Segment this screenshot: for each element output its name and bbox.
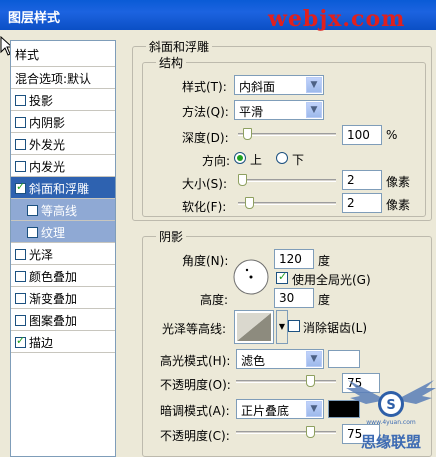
styles-list: 样式 混合选项:默认 投影 内阴影 外发光 内发光 斜面和浮雕 等高线 纹理 光… xyxy=(10,40,116,457)
technique-select[interactable]: 平滑 ▼ xyxy=(234,100,324,120)
altitude-unit: 度 xyxy=(318,293,331,307)
global-light-checkbox[interactable] xyxy=(276,270,288,284)
technique-label: 方法(Q): xyxy=(182,105,229,119)
shadow-opacity-slider[interactable] xyxy=(236,431,336,434)
shadow-opacity-thumb[interactable] xyxy=(306,426,315,438)
antialias-checkbox[interactable] xyxy=(288,320,300,332)
checkbox-icon[interactable] xyxy=(15,95,26,106)
highlight-opacity-thumb[interactable] xyxy=(306,375,315,387)
style-item-texture[interactable]: 纹理 xyxy=(11,221,115,243)
logo-text: 思缘联盟 xyxy=(361,433,421,451)
size-slider-thumb[interactable] xyxy=(238,174,247,186)
radio-up[interactable] xyxy=(234,152,246,164)
direction-label: 方向: xyxy=(202,154,231,168)
direction-up-label: 上 xyxy=(250,153,263,167)
checkbox-icon[interactable] xyxy=(15,180,26,194)
checkbox-icon[interactable] xyxy=(15,117,26,128)
contour-curve xyxy=(237,313,271,341)
checkbox-icon[interactable] xyxy=(15,161,26,172)
watermark: webjx.com xyxy=(268,6,406,32)
checkbox-icon[interactable] xyxy=(15,293,26,304)
dropdown-arrow-icon[interactable]: ▼ xyxy=(306,351,322,367)
depth-label: 深度(D): xyxy=(182,131,229,145)
angle-label: 角度(N): xyxy=(182,254,229,268)
svg-text:S: S xyxy=(386,398,395,413)
dropdown-arrow-icon[interactable]: ▼ xyxy=(306,77,322,93)
size-slider[interactable] xyxy=(238,179,336,182)
gloss-contour-label: 光泽等高线: xyxy=(162,322,227,336)
dropdown-arrow-icon[interactable]: ▼ xyxy=(306,401,322,417)
checkbox-icon[interactable] xyxy=(15,315,26,326)
contour-dropdown-arrow-icon[interactable]: ▼ xyxy=(276,310,288,344)
highlight-opacity-label: 不透明度(O): xyxy=(160,378,231,392)
size-label: 大小(S): xyxy=(182,177,228,191)
style-item-gradient-overlay[interactable]: 渐变叠加 xyxy=(11,287,115,309)
soften-input[interactable]: 2 xyxy=(342,193,382,213)
shadow-opacity-label: 不透明度(C): xyxy=(160,429,230,443)
checkbox-icon[interactable] xyxy=(15,271,26,282)
shadow-mode-select[interactable]: 正片叠底 ▼ xyxy=(236,399,324,419)
style-item-pattern-overlay[interactable]: 图案叠加 xyxy=(11,309,115,331)
depth-unit: % xyxy=(386,128,398,142)
style-item-satin[interactable]: 光泽 xyxy=(11,243,115,265)
style-select[interactable]: 内斜面 ▼ xyxy=(234,75,324,95)
size-input[interactable]: 2 xyxy=(342,170,382,190)
checkbox-icon[interactable] xyxy=(15,249,26,260)
checkbox-icon[interactable] xyxy=(15,139,26,150)
style-item-drop-shadow[interactable]: 投影 xyxy=(11,89,115,111)
structure-title: 结构 xyxy=(156,54,187,71)
checkbox-icon[interactable] xyxy=(15,334,26,348)
depth-input[interactable]: 100 xyxy=(342,125,382,145)
style-item-inner-glow[interactable]: 内发光 xyxy=(11,155,115,177)
depth-slider-thumb[interactable] xyxy=(243,128,252,140)
checkbox-icon[interactable] xyxy=(27,227,38,238)
highlight-opacity-slider[interactable] xyxy=(236,380,336,383)
style-item-bevel-emboss[interactable]: 斜面和浮雕 xyxy=(11,177,115,199)
window-title: 图层样式 xyxy=(8,11,61,26)
shadow-mode-label: 暗调模式(A): xyxy=(160,404,230,418)
style-item-contour[interactable]: 等高线 xyxy=(11,199,115,221)
global-light-label: 使用全局光(G) xyxy=(292,273,371,287)
bevel-emboss-title: 斜面和浮雕 xyxy=(146,38,213,55)
contour-preview-icon[interactable] xyxy=(234,310,274,344)
style-label: 样式(T): xyxy=(182,80,227,94)
radio-down[interactable] xyxy=(276,152,288,164)
shading-title: 阴影 xyxy=(156,228,187,245)
size-unit: 像素 xyxy=(386,175,411,189)
dropdown-arrow-icon[interactable]: ▼ xyxy=(306,102,322,118)
depth-slider[interactable] xyxy=(238,133,336,136)
highlight-mode-select[interactable]: 滤色 ▼ xyxy=(236,349,324,369)
style-item-outer-glow[interactable]: 外发光 xyxy=(11,133,115,155)
angle-unit: 度 xyxy=(318,254,331,268)
blending-options[interactable]: 混合选项:默认 xyxy=(11,67,115,89)
soften-label: 软化(F): xyxy=(182,200,227,214)
styles-header[interactable]: 样式 xyxy=(11,41,115,67)
highlight-mode-label: 高光模式(H): xyxy=(160,354,231,368)
angle-dial-icon[interactable] xyxy=(232,258,270,296)
soften-unit: 像素 xyxy=(386,198,411,212)
style-item-stroke[interactable]: 描边 xyxy=(11,331,115,353)
angle-input[interactable]: 120 xyxy=(274,249,314,269)
style-item-inner-shadow[interactable]: 内阴影 xyxy=(11,111,115,133)
svg-text:www.4yuan.com: www.4yuan.com xyxy=(366,419,416,426)
direction-down-label: 下 xyxy=(292,153,305,167)
antialias-label: 消除锯齿(L) xyxy=(303,321,368,335)
altitude-label: 高度: xyxy=(200,293,229,307)
soften-slider-thumb[interactable] xyxy=(245,197,254,209)
wings-logo-icon: S 思缘联盟 www.4yuan.com xyxy=(346,380,436,451)
altitude-input[interactable]: 30 xyxy=(274,288,314,308)
style-item-color-overlay[interactable]: 颜色叠加 xyxy=(11,265,115,287)
checkbox-icon[interactable] xyxy=(27,205,38,216)
